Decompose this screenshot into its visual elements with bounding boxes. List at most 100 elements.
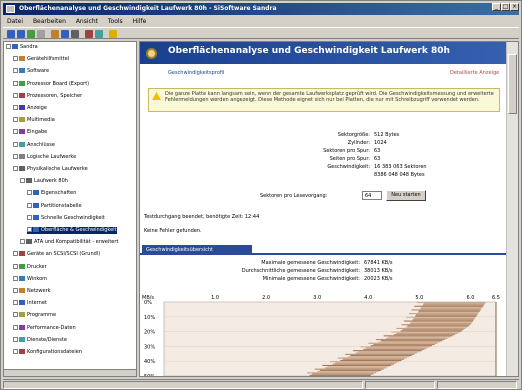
speed-bar	[309, 374, 371, 376]
expand-icon[interactable]	[13, 56, 18, 62]
tree-item[interactable]: Schnelle Geschwindigkeit	[27, 214, 105, 222]
speed-bar	[340, 359, 402, 362]
tree-item[interactable]: Laufwerk 80h	[20, 178, 68, 185]
expand-icon[interactable]	[13, 117, 18, 123]
tree-item-label: Anzeige	[27, 105, 47, 111]
expand-icon[interactable]	[27, 214, 32, 220]
expand-icon[interactable]	[13, 288, 18, 293]
folder-icon[interactable]	[51, 30, 59, 38]
help-icon[interactable]	[109, 30, 117, 38]
tree-item[interactable]: Winkom	[13, 275, 47, 283]
tree-item[interactable]: Internet	[13, 300, 47, 307]
speed-bar	[407, 325, 469, 327]
tree-item[interactable]: Prozessoren, Speicher	[13, 92, 82, 100]
expand-icon[interactable]	[27, 190, 32, 196]
tree-item[interactable]: Physikalische Laufwerke	[13, 166, 88, 173]
refresh-icon[interactable]	[27, 30, 35, 38]
menu-view[interactable]: Ansicht	[72, 16, 102, 27]
expand-icon[interactable]	[13, 251, 18, 257]
tree-item[interactable]: Konfigurationsdateien	[13, 349, 82, 356]
speed-bar	[317, 371, 379, 373]
tree-item[interactable]: Anzeige	[13, 105, 47, 112]
expand-icon[interactable]	[27, 202, 32, 208]
restart-button[interactable]: Neu starten	[386, 190, 426, 201]
tree-item[interactable]: Dienste/Dienste	[13, 336, 67, 344]
tab-speed-overview[interactable]: Geschwindigkeitsübersicht	[142, 245, 252, 255]
tree-item[interactable]: Geräte an SCSI/SCSI (Grundl)	[13, 251, 100, 258]
speed-bar	[335, 362, 397, 364]
speed-bar	[396, 332, 458, 334]
save-icon[interactable]	[61, 30, 69, 38]
tree-item[interactable]: Software	[13, 68, 49, 75]
expand-icon[interactable]	[13, 80, 18, 86]
tree-item[interactable]: Gerätehilfsmittel	[13, 56, 69, 63]
x-tick-label: 1.0	[211, 295, 219, 301]
expand-icon[interactable]	[20, 239, 25, 245]
tree-item[interactable]: Anschlüsse	[13, 141, 55, 149]
expand-icon[interactable]	[13, 349, 18, 354]
tree-item[interactable]: Drucker	[13, 263, 47, 271]
speed-bar	[411, 309, 481, 311]
menu-tools[interactable]: Tools	[104, 16, 127, 27]
page-header: Oberflächenanalyse und Geschwindigkeit L…	[140, 42, 506, 64]
maximize-button[interactable]: □	[501, 3, 510, 11]
expand-icon[interactable]	[13, 312, 18, 318]
tree-item[interactable]: Eigenschaften	[27, 190, 76, 197]
expand-icon[interactable]	[13, 336, 18, 342]
report-icon[interactable]	[95, 30, 103, 38]
expand-icon[interactable]	[13, 92, 18, 98]
tree-item[interactable]: Netzwerk	[13, 288, 51, 295]
speed-bar	[410, 322, 472, 325]
expand-icon[interactable]	[13, 153, 18, 159]
stat-label: Durchschnittliche gemessene Geschwindigk…	[241, 268, 360, 274]
surface-label: Sektoren pro Lesevorgang:	[260, 193, 328, 199]
node-icon	[19, 288, 25, 293]
menu-file[interactable]: Datei	[3, 16, 27, 27]
profile-link[interactable]: Geschwindigkeitsprofil	[168, 70, 224, 76]
expand-icon[interactable]	[27, 227, 32, 232]
forward-icon[interactable]	[17, 30, 25, 38]
expand-icon[interactable]	[13, 300, 18, 306]
x-tick-label: 6.0	[466, 295, 474, 301]
scroll-thumb[interactable]	[508, 54, 517, 114]
sectors-combo[interactable]: 64	[362, 191, 382, 200]
x-tick-label: 5.0	[415, 295, 423, 301]
expand-icon[interactable]	[13, 141, 18, 147]
expand-icon[interactable]	[13, 68, 18, 74]
expand-icon[interactable]	[13, 263, 18, 269]
close-button[interactable]: ×	[510, 3, 519, 11]
speed-bar	[368, 342, 438, 344]
stop-icon[interactable]	[37, 30, 45, 38]
tree-horizontal-scrollbar[interactable]	[4, 369, 136, 376]
expand-icon[interactable]	[20, 178, 25, 184]
tree-item[interactable]: Partitionstabelle	[27, 202, 82, 210]
title-bar[interactable]: Oberflächenanalyse und Geschwindigkeit L…	[3, 3, 519, 15]
tree-item[interactable]: Prozessor Board (Export)	[13, 80, 89, 88]
expand-icon[interactable]	[13, 129, 18, 135]
expand-icon[interactable]	[13, 166, 18, 171]
tree-item[interactable]: Sandra	[6, 44, 38, 51]
menu-help[interactable]: Hilfe	[129, 16, 151, 27]
expand-icon[interactable]	[13, 105, 18, 110]
speed-bar	[383, 335, 453, 337]
expand-icon[interactable]	[6, 44, 11, 49]
speed-bar	[307, 372, 376, 374]
tree-item[interactable]: Eingabe	[13, 129, 47, 136]
minimize-button[interactable]: _	[492, 3, 501, 11]
tree-item[interactable]: Programme	[13, 312, 56, 319]
back-icon[interactable]	[7, 30, 15, 38]
tree-item[interactable]: Multimedia	[13, 117, 55, 124]
tree-item-label: Konfigurationsdateien	[27, 349, 82, 355]
expand-icon[interactable]	[13, 324, 18, 330]
tree-item[interactable]: Oberfläche & Geschwindigkeit	[27, 227, 117, 234]
print-icon[interactable]	[71, 30, 79, 38]
speed-bar	[413, 318, 475, 320]
detail-link[interactable]: Detaillierte Anzeige	[450, 70, 499, 76]
options-icon[interactable]	[85, 30, 93, 38]
expand-icon[interactable]	[13, 275, 18, 281]
tree-item[interactable]: ATA und Kompatibilität - erweitert	[20, 239, 118, 246]
vertical-scrollbar[interactable]	[506, 42, 518, 376]
menu-edit[interactable]: Bearbeiten	[29, 16, 70, 27]
tree-item[interactable]: Performance-Daten	[13, 324, 76, 332]
tree-item[interactable]: Logische Laufwerke	[13, 153, 76, 161]
